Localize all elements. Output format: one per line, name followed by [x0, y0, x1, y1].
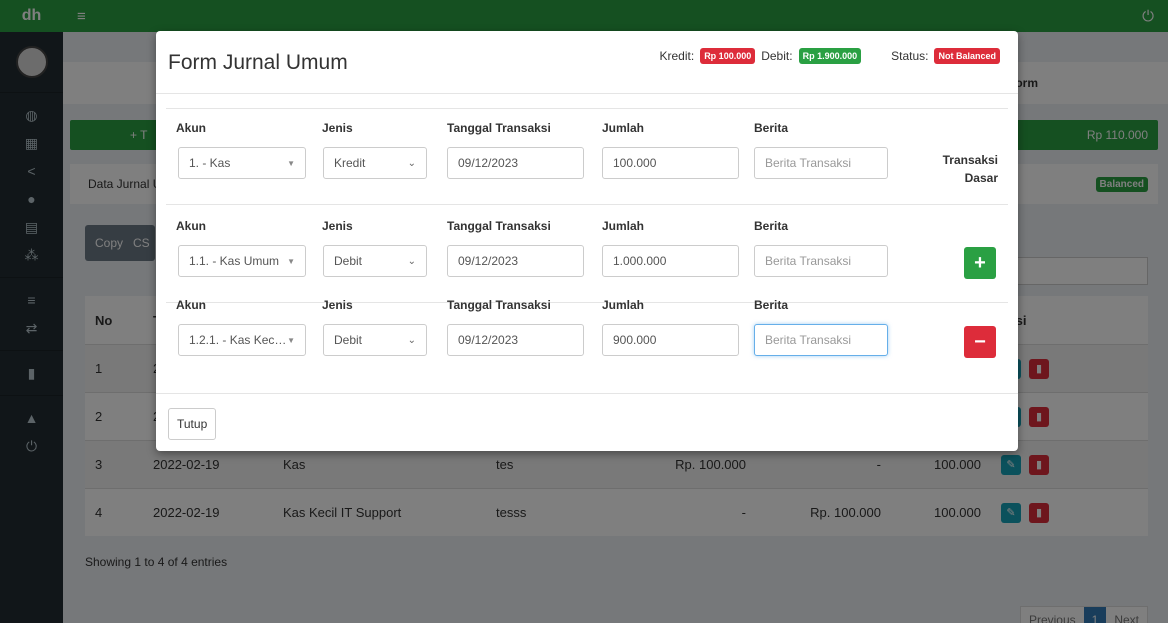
jenis-select[interactable]: Debit ⌄ [323, 245, 427, 277]
jenis-label: Jenis [322, 121, 353, 135]
tanggal-label: Tanggal Transaksi [447, 298, 551, 312]
journal-entry-row: Akun Jenis Tanggal Transaksi Jumlah Beri… [166, 298, 1008, 378]
akun-value: 1.2.1. - Kas Kec… [189, 333, 287, 347]
balance-status: Kredit: Rp 100.000 Debit: Rp 1.900.000 S… [659, 48, 1000, 64]
remove-row-button[interactable]: − [964, 326, 996, 358]
transaksi-dasar-label: Transaksi Dasar [943, 151, 998, 187]
status-badge: Not Balanced [934, 48, 1000, 64]
jumlah-input[interactable]: 100.000 [602, 147, 739, 179]
tanggal-label: Tanggal Transaksi [447, 219, 551, 233]
tanggal-label: Tanggal Transaksi [447, 121, 551, 135]
form-jurnal-modal: Form Jurnal Umum Kredit: Rp 100.000 Debi… [156, 31, 1018, 451]
tanggal-input[interactable]: 09/12/2023 [447, 245, 584, 277]
jenis-value: Debit [334, 254, 363, 268]
debit-total-badge: Rp 1.900.000 [798, 48, 862, 64]
jumlah-label: Jumlah [602, 298, 645, 312]
journal-entry-row: Akun Jenis Tanggal Transaksi Jumlah Beri… [166, 219, 1008, 303]
chevron-down-icon: ⌄ [407, 334, 416, 346]
jumlah-label: Jumlah [602, 219, 645, 233]
tanggal-input[interactable]: 09/12/2023 [447, 147, 584, 179]
kredit-label: Kredit: [659, 49, 695, 63]
akun-value: 1.1. - Kas Umum [189, 254, 280, 268]
chevron-down-icon: ⌄ [407, 157, 416, 169]
jenis-value: Kredit [334, 156, 366, 170]
berita-label: Berita [754, 219, 789, 233]
chevron-down-icon: ⌄ [407, 255, 416, 267]
transaksi-dasar-line-2: Dasar [964, 171, 998, 185]
divider [166, 108, 1008, 109]
debit-label: Debit: [761, 49, 793, 63]
akun-value: 1. - Kas [189, 156, 231, 170]
status-label: Status: [891, 49, 929, 63]
berita-input[interactable]: Berita Transaksi [754, 147, 888, 179]
caret-down-icon: ▼ [287, 256, 295, 266]
akun-select[interactable]: 1. - Kas ▼ [178, 147, 306, 179]
jenis-value: Debit [334, 333, 363, 347]
akun-select[interactable]: 1.2.1. - Kas Kec… ▼ [178, 324, 306, 356]
akun-select[interactable]: 1.1. - Kas Umum ▼ [178, 245, 306, 277]
transaksi-dasar-line-1: Transaksi [942, 153, 998, 167]
caret-down-icon: ▼ [287, 335, 295, 345]
jumlah-input[interactable]: 1.000.000 [602, 245, 739, 277]
row-divider [166, 204, 1008, 205]
tanggal-input[interactable]: 09/12/2023 [447, 324, 584, 356]
kredit-total-badge: Rp 100.000 [700, 48, 756, 64]
add-row-button[interactable]: + [964, 247, 996, 279]
modal-header: Form Jurnal Umum Kredit: Rp 100.000 Debi… [156, 31, 1018, 94]
modal-footer: Tutup [156, 393, 1018, 451]
jenis-label: Jenis [322, 298, 353, 312]
jumlah-label: Jumlah [602, 121, 645, 135]
caret-down-icon: ▼ [287, 158, 295, 168]
berita-label: Berita [754, 298, 789, 312]
jenis-select[interactable]: Debit ⌄ [323, 324, 427, 356]
akun-label: Akun [176, 219, 206, 233]
journal-entry-row: Akun Jenis Tanggal Transaksi Jumlah Beri… [166, 121, 1008, 205]
berita-input[interactable]: Berita Transaksi [754, 245, 888, 277]
akun-label: Akun [176, 121, 206, 135]
jenis-select[interactable]: Kredit ⌄ [323, 147, 427, 179]
jumlah-input[interactable]: 900.000 [602, 324, 739, 356]
modal-title: Form Jurnal Umum [168, 51, 348, 74]
akun-label: Akun [176, 298, 206, 312]
berita-label: Berita [754, 121, 789, 135]
jenis-label: Jenis [322, 219, 353, 233]
close-button[interactable]: Tutup [168, 408, 217, 440]
berita-input[interactable]: Berita Transaksi [754, 324, 888, 356]
